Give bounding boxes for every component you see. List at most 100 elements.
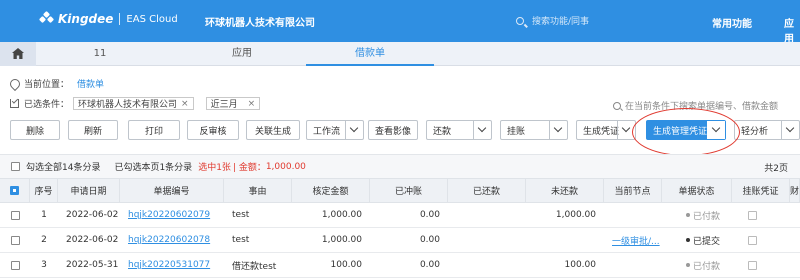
tab-home[interactable]: [0, 42, 36, 66]
select-all-checkbox[interactable]: [10, 186, 19, 195]
associate-generate-button[interactable]: 关联生成: [246, 120, 300, 140]
hang-account-label: 挂账: [507, 126, 526, 137]
company-name[interactable]: 环球机器人技术有限公司: [205, 14, 315, 29]
print-button[interactable]: 打印: [128, 120, 180, 140]
breadcrumb-label: 当前位置：: [24, 80, 70, 90]
breadcrumb-current[interactable]: 借款单: [77, 77, 104, 90]
row-checkbox-cell: [0, 203, 30, 227]
row-checkbox[interactable]: [10, 260, 20, 270]
header-checkbox-cell: [0, 179, 30, 202]
table-header: 序号 申请日期 单据编号 事由 核定金额 已冲账 已还款 未还款 当前节点 单据…: [0, 178, 800, 203]
row-number-cell: hqjk20220602078: [120, 228, 224, 252]
light-analysis-dropdown[interactable]: 轻分析: [734, 120, 800, 140]
select-all-entries-label: 勾选全部14条分录: [26, 163, 101, 173]
document-number-link[interactable]: hqjk20220602078: [128, 235, 210, 245]
table-row[interactable]: 3 2022-05-31 hqjk20220531077 借还款test 100…: [0, 253, 800, 278]
row-node-cell: [604, 253, 662, 277]
column-header[interactable]: 事由: [224, 179, 292, 202]
row-voucher-cell: [740, 228, 790, 252]
document-number-link[interactable]: hqjk20220602079: [128, 210, 210, 220]
status-dot-icon: [686, 263, 690, 267]
table-row[interactable]: 1 2022-06-02 hqjk20220602079 test 1,000.…: [0, 203, 800, 228]
refresh-button[interactable]: 刷新: [68, 120, 118, 140]
apps-link[interactable]: 应用: [784, 15, 800, 45]
kingdee-logo-icon: [38, 10, 55, 26]
row-status-label: 已提交: [693, 236, 721, 247]
chevron-down-icon: [345, 121, 363, 139]
column-header[interactable]: 当前节点: [604, 179, 662, 202]
search-icon: [613, 101, 621, 110]
hang-account-dropdown[interactable]: 挂账: [500, 120, 568, 140]
chevron-down-icon: [549, 121, 567, 139]
row-date: 2022-06-02: [66, 210, 119, 220]
row-unpaid-amount: 1,000.00: [555, 210, 596, 220]
filter-chip-label: 环球机器人技术有限公司: [78, 100, 178, 110]
unaudit-button[interactable]: 反审核: [187, 120, 239, 140]
view-image-button[interactable]: 查看影像: [368, 120, 418, 140]
row-checkbox[interactable]: [10, 210, 20, 220]
hang-voucher-checkbox[interactable]: [748, 235, 757, 245]
logo-divider: [119, 13, 121, 25]
select-all-entries-checkbox[interactable]: [11, 162, 20, 171]
filter-chip-period[interactable]: 近三月 ×: [205, 97, 261, 110]
row-reason: 借还款test: [232, 261, 277, 272]
row-seq: 3: [41, 260, 47, 270]
hang-voucher-checkbox[interactable]: [748, 260, 757, 270]
tab-bar: 11 应用 借款单: [0, 42, 800, 66]
close-icon[interactable]: ×: [181, 99, 189, 109]
common-functions-link[interactable]: 常用功能: [712, 15, 752, 30]
delete-button[interactable]: 删除: [10, 120, 60, 140]
tab-apps[interactable]: 应用: [178, 42, 306, 66]
column-header[interactable]: 财: [790, 179, 800, 202]
row-finance-cell: [792, 203, 800, 227]
column-header[interactable]: 已冲账: [370, 179, 448, 202]
generate-voucher-dropdown[interactable]: 生成凭证: [576, 120, 636, 140]
column-header[interactable]: 核定金额: [292, 179, 370, 202]
current-node-link[interactable]: 一级审批/...: [612, 234, 660, 247]
chevron-down-icon: [617, 121, 635, 139]
repay-dropdown[interactable]: 还款: [426, 120, 492, 140]
column-header[interactable]: 已还款: [448, 179, 526, 202]
row-status: 已付款: [678, 253, 732, 277]
filter-icon: [10, 99, 19, 108]
column-header[interactable]: 序号: [30, 179, 58, 202]
global-search[interactable]: [508, 12, 680, 31]
column-header[interactable]: 未还款: [526, 179, 604, 202]
row-number-cell: hqjk20220602079: [120, 203, 224, 227]
selection-summary: 勾选全部14条分录 已勾选本页1条分录 选中1张 | 金额： 1,000.00 …: [0, 154, 800, 178]
column-header[interactable]: 申请日期: [58, 179, 120, 202]
workflow-label: 工作流: [313, 126, 341, 137]
row-offset-amount: 0.00: [419, 210, 440, 220]
column-header[interactable]: 单据状态: [662, 179, 732, 202]
row-node-cell: [604, 203, 662, 227]
row-checkbox[interactable]: [10, 235, 20, 245]
brand-name: Kingdee: [58, 12, 114, 26]
selected-filters: 已选条件： 环球机器人技术有限公司 × 近三月 ×: [10, 97, 261, 110]
page-selected-label: 已勾选本页1条分录: [114, 163, 193, 173]
column-header[interactable]: 单据编号: [120, 179, 224, 202]
row-checkbox-cell: [0, 228, 30, 252]
workflow-dropdown[interactable]: 工作流: [306, 120, 364, 140]
row-seq: 2: [41, 235, 47, 245]
tab-11[interactable]: 11: [36, 42, 164, 66]
repay-label: 还款: [433, 126, 452, 137]
row-voucher-cell: [740, 253, 790, 277]
location-pin-icon: [10, 79, 18, 89]
column-header[interactable]: 挂账凭证: [732, 179, 790, 202]
generate-management-voucher-dropdown[interactable]: 生成管理凭证: [646, 120, 726, 140]
kingdee-logo[interactable]: Kingdee EAS Cloud: [38, 10, 178, 26]
row-unpaid-amount: [526, 228, 604, 252]
hang-voucher-checkbox[interactable]: [748, 210, 757, 220]
selected-amount-label: | 金额：: [232, 163, 266, 173]
condition-search-placeholder: 在当前条件下搜索单据编号、借款金额: [625, 102, 779, 112]
table-row[interactable]: 2 2022-06-02 hqjk20220602078 test 1,000.…: [0, 228, 800, 253]
filter-chip-company[interactable]: 环球机器人技术有限公司 ×: [73, 97, 194, 110]
condition-search[interactable]: 在当前条件下搜索单据编号、借款金额: [613, 99, 778, 112]
row-status-label: 已付款: [693, 211, 721, 222]
close-icon[interactable]: ×: [248, 99, 256, 109]
row-finance-cell: [792, 253, 800, 277]
tab-loan-form[interactable]: 借款单: [306, 42, 434, 66]
row-status-label: 已付款: [693, 261, 721, 272]
document-number-link[interactable]: hqjk20220531077: [128, 260, 210, 270]
global-search-input[interactable]: [532, 15, 672, 28]
